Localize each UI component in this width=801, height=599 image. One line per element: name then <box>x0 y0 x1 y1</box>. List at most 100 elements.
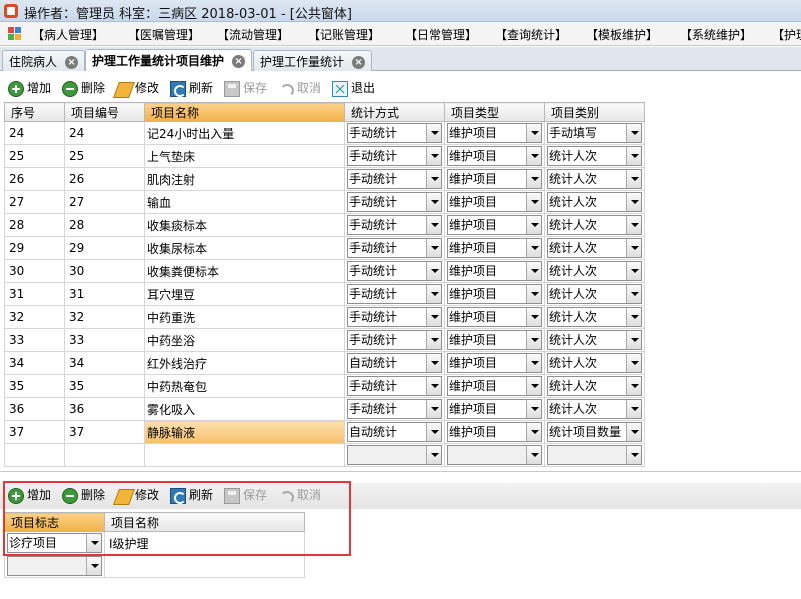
category-select[interactable]: 统计人次 <box>547 307 642 327</box>
method-select[interactable]: 自动统计 <box>347 422 442 442</box>
empty-cell[interactable] <box>144 443 345 467</box>
method-select[interactable]: 手动统计 <box>347 330 442 350</box>
header-code[interactable]: 项目编号 <box>64 102 145 122</box>
method-select[interactable] <box>347 445 442 465</box>
chevron-down-icon[interactable] <box>626 193 641 211</box>
menu-query-statistics[interactable]: 【查询统计】 <box>495 26 567 43</box>
chevron-down-icon[interactable] <box>426 262 441 280</box>
tab-inpatients[interactable]: 住院病人 × <box>2 50 86 71</box>
cell-seq[interactable]: 26 <box>4 167 65 191</box>
header-item-name[interactable]: 项目名称 <box>104 512 305 532</box>
tab-nursing-statistics[interactable]: 护理工作量统计 × <box>253 50 373 71</box>
table-row[interactable]: 29 29 收集尿标本 手动统计 维护项目 统计人次 <box>4 236 645 260</box>
chevron-down-icon[interactable] <box>526 147 541 165</box>
chevron-down-icon[interactable] <box>426 216 441 234</box>
chevron-down-icon[interactable] <box>526 193 541 211</box>
category-select[interactable]: 统计人次 <box>547 376 642 396</box>
category-select[interactable]: 统计人次 <box>547 399 642 419</box>
table-row[interactable]: 34 34 红外线治疗 自动统计 维护项目 统计人次 <box>4 351 645 375</box>
table-row[interactable]: 24 24 记24小时出入量 手动统计 维护项目 手动填写 <box>4 121 645 145</box>
empty-cell[interactable] <box>64 443 145 467</box>
type-select[interactable]: 维护项目 <box>447 376 542 396</box>
type-select[interactable]: 维护项目 <box>447 261 542 281</box>
category-select[interactable]: 统计人次 <box>547 146 642 166</box>
item-flag-select[interactable]: 诊疗项目 <box>7 533 102 553</box>
chevron-down-icon[interactable] <box>626 331 641 349</box>
cell-name[interactable]: 中药热奄包 <box>144 374 345 398</box>
menu-daily-management[interactable]: 【日常管理】 <box>405 26 477 43</box>
table-row[interactable]: 32 32 中药重洗 手动统计 维护项目 统计人次 <box>4 305 645 329</box>
chevron-down-icon[interactable] <box>626 124 641 142</box>
pane-splitter[interactable] <box>0 471 801 477</box>
method-select[interactable]: 手动统计 <box>347 123 442 143</box>
category-select[interactable]: 统计人次 <box>547 353 642 373</box>
table-row[interactable]: 33 33 中药坐浴 手动统计 维护项目 统计人次 <box>4 328 645 352</box>
type-select[interactable] <box>447 445 542 465</box>
chevron-down-icon[interactable] <box>426 124 441 142</box>
cell-seq[interactable]: 24 <box>4 121 65 145</box>
cell-code[interactable]: 24 <box>64 121 145 145</box>
chevron-down-icon[interactable] <box>626 216 641 234</box>
cell-name[interactable]: 中药坐浴 <box>144 328 345 352</box>
chevron-down-icon[interactable] <box>626 239 641 257</box>
chevron-down-icon[interactable] <box>526 377 541 395</box>
header-category[interactable]: 项目类别 <box>544 102 645 122</box>
header-item-flag[interactable]: 项目标志 <box>4 512 105 532</box>
cell-seq[interactable]: 34 <box>4 351 65 375</box>
chevron-down-icon[interactable] <box>526 308 541 326</box>
cell-seq[interactable]: 33 <box>4 328 65 352</box>
chevron-down-icon[interactable] <box>526 216 541 234</box>
menu-nursing[interactable]: 【护理 <box>772 26 801 43</box>
chevron-down-icon[interactable] <box>626 285 641 303</box>
detail-add-button[interactable]: 增加 <box>8 486 51 504</box>
cell-seq[interactable]: 31 <box>4 282 65 306</box>
detail-row[interactable]: 诊疗项目 Ⅰ级护理 <box>4 531 305 555</box>
chevron-down-icon[interactable] <box>626 262 641 280</box>
table-row[interactable]: 37 37 静脉输液 自动统计 维护项目 统计项目数量 <box>4 420 645 444</box>
chevron-down-icon[interactable] <box>626 446 641 464</box>
cell-code[interactable]: 37 <box>64 420 145 444</box>
cell-code[interactable]: 29 <box>64 236 145 260</box>
empty-cell[interactable] <box>104 554 305 578</box>
cell-name[interactable]: 收集尿标本 <box>144 236 345 260</box>
method-select[interactable]: 手动统计 <box>347 376 442 396</box>
cell-name[interactable]: 中药重洗 <box>144 305 345 329</box>
cell-code[interactable]: 33 <box>64 328 145 352</box>
delete-button[interactable]: 删除 <box>62 79 105 97</box>
category-select[interactable]: 统计人次 <box>547 284 642 304</box>
method-select[interactable]: 手动统计 <box>347 169 442 189</box>
header-method[interactable]: 统计方式 <box>344 102 445 122</box>
close-icon[interactable]: × <box>65 56 79 69</box>
cell-code[interactable]: 34 <box>64 351 145 375</box>
chevron-down-icon[interactable] <box>526 354 541 372</box>
chevron-down-icon[interactable] <box>526 331 541 349</box>
cell-seq[interactable]: 37 <box>4 420 65 444</box>
type-select[interactable]: 维护项目 <box>447 192 542 212</box>
cell-name[interactable]: 红外线治疗 <box>144 351 345 375</box>
type-select[interactable]: 维护项目 <box>447 307 542 327</box>
table-row[interactable]: 36 36 雾化吸入 手动统计 维护项目 统计人次 <box>4 397 645 421</box>
chevron-down-icon[interactable] <box>426 400 441 418</box>
category-select[interactable]: 手动填写 <box>547 123 642 143</box>
chevron-down-icon[interactable] <box>526 170 541 188</box>
cell-code[interactable]: 25 <box>64 144 145 168</box>
chevron-down-icon[interactable] <box>426 285 441 303</box>
cell-name[interactable]: 收集粪便标本 <box>144 259 345 283</box>
menu-template-maintenance[interactable]: 【模板维护】 <box>586 26 658 43</box>
table-row[interactable]: 28 28 收集痰标本 手动统计 维护项目 统计人次 <box>4 213 645 237</box>
cell-seq[interactable]: 35 <box>4 374 65 398</box>
detail-edit-button[interactable]: 修改 <box>113 486 159 505</box>
cell-seq[interactable]: 25 <box>4 144 65 168</box>
menu-patient-management[interactable]: 【病人管理】 <box>32 26 104 43</box>
category-select[interactable]: 统计人次 <box>547 169 642 189</box>
type-select[interactable]: 维护项目 <box>447 284 542 304</box>
chevron-down-icon[interactable] <box>426 147 441 165</box>
cell-name[interactable]: 收集痰标本 <box>144 213 345 237</box>
menu-grid-icon[interactable] <box>8 27 21 40</box>
cell-name[interactable]: 输血 <box>144 190 345 214</box>
method-select[interactable]: 手动统计 <box>347 146 442 166</box>
cell-name[interactable]: 雾化吸入 <box>144 397 345 421</box>
type-select[interactable]: 维护项目 <box>447 146 542 166</box>
type-select[interactable]: 维护项目 <box>447 353 542 373</box>
detail-cancel-button[interactable]: 取消 <box>278 486 321 504</box>
